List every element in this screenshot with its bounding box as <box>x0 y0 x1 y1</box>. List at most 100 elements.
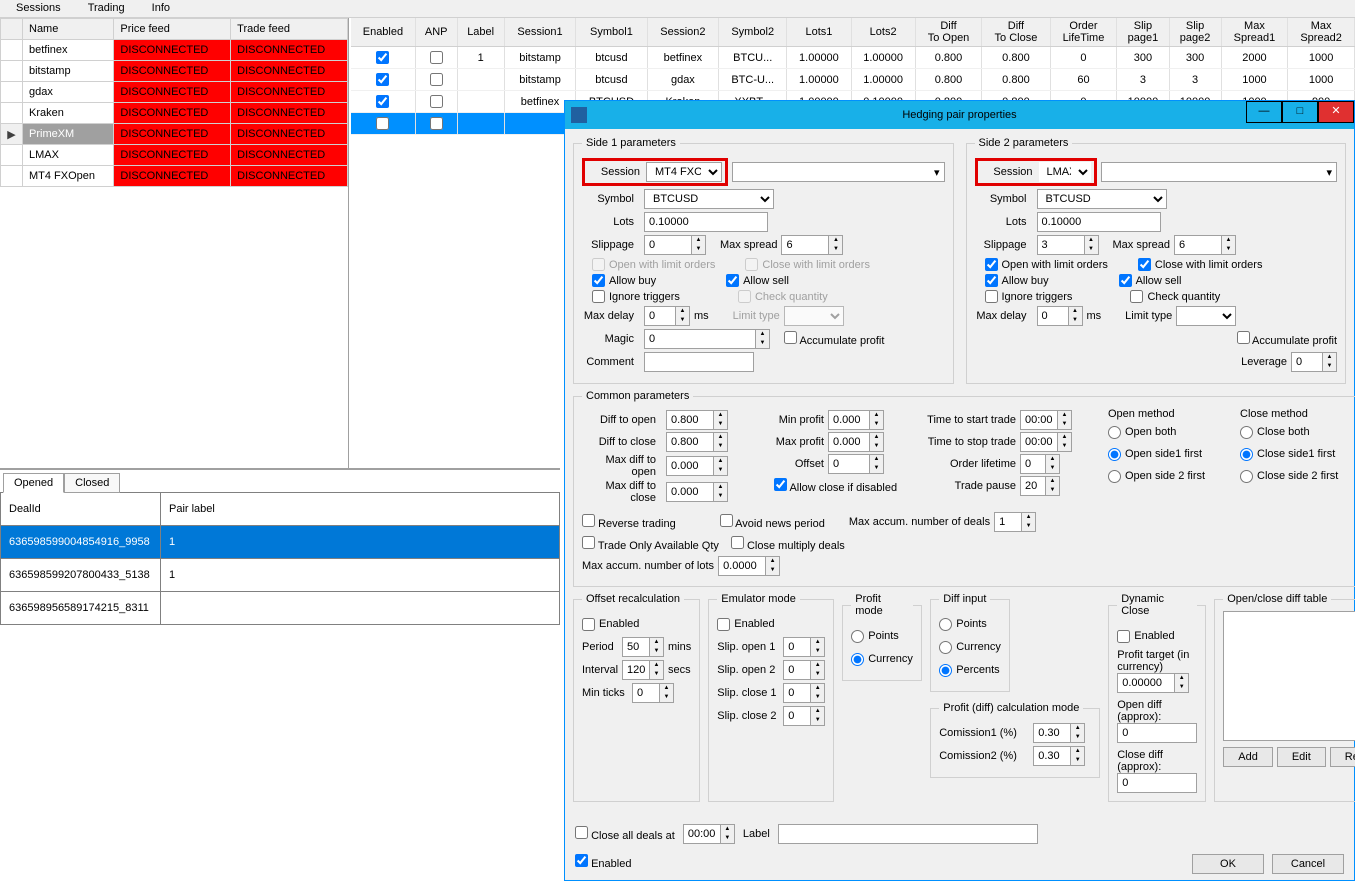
side1-comment-input[interactable] <box>644 352 754 372</box>
row-indicator[interactable] <box>1 103 23 124</box>
tab-opened[interactable]: Opened <box>3 473 64 493</box>
or-minticks-input[interactable]: ▲▼ <box>632 683 674 703</box>
side1-lots-input[interactable] <box>644 212 768 232</box>
dto-input[interactable]: ▲▼ <box>666 410 728 430</box>
col-pairlabel[interactable]: Pair label <box>161 493 560 526</box>
close-all-chk[interactable]: Close all deals at <box>575 826 675 842</box>
allow-close-dis-chk[interactable]: Allow close if disabled <box>774 478 897 494</box>
minp-input[interactable]: ▲▼ <box>828 410 884 430</box>
di-points-radio[interactable]: Points <box>939 614 1001 634</box>
deal-pair[interactable]: 1 <box>161 526 560 559</box>
dc-open-diff-input[interactable] <box>1117 723 1197 743</box>
enabled-chk[interactable]: Enabled <box>575 858 631 870</box>
or-enabled-chk[interactable]: Enabled <box>582 614 691 634</box>
row-indicator[interactable] <box>1 166 23 187</box>
deal-id[interactable]: 636598599004854916_9958 <box>1 526 161 559</box>
grid-col[interactable]: MaxSpread1 <box>1221 18 1288 47</box>
tab-closed[interactable]: Closed <box>64 473 120 493</box>
close-s2-radio[interactable]: Close side 2 first <box>1240 466 1355 486</box>
grid-col[interactable]: Slippage1 <box>1117 18 1169 47</box>
side1-accum-chk[interactable]: Accumulate profit <box>784 331 884 347</box>
session-name[interactable]: MT4 FXOpen <box>23 166 114 187</box>
diff-table-list[interactable] <box>1223 611 1355 741</box>
side2-slip-input[interactable]: ▲▼ <box>1037 235 1099 255</box>
side1-ignore-trig-chk[interactable]: Ignore triggers <box>592 290 680 303</box>
max-lots-input[interactable]: ▲▼ <box>718 556 780 576</box>
grid-anp[interactable] <box>415 113 457 135</box>
dialog-titlebar[interactable]: Hedging pair properties — □ ✕ <box>565 101 1354 129</box>
side1-slip-input[interactable]: ▲▼ <box>644 235 706 255</box>
side1-allow-sell-chk[interactable]: Allow sell <box>726 274 789 287</box>
side2-session2-select[interactable]: ▾ <box>1101 162 1338 182</box>
menu-sessions[interactable]: Sessions <box>4 0 73 16</box>
menu-info[interactable]: Info <box>140 0 182 16</box>
grid-col[interactable]: Symbol2 <box>719 18 787 47</box>
pc-c2-input[interactable]: ▲▼ <box>1033 746 1085 766</box>
row-indicator[interactable] <box>1 82 23 103</box>
close-both-radio[interactable]: Close both <box>1240 422 1355 442</box>
side2-open-limit-chk[interactable]: Open with limit orders <box>985 258 1108 271</box>
olt-input[interactable]: ▲▼ <box>1020 454 1060 474</box>
grid-col[interactable]: Session2 <box>647 18 718 47</box>
label-input[interactable] <box>778 824 1038 844</box>
side1-symbol-select[interactable]: BTCUSD <box>644 189 774 209</box>
grid-enabled[interactable] <box>351 69 415 91</box>
deal-pair[interactable]: 1 <box>161 559 560 592</box>
row-indicator[interactable] <box>1 145 23 166</box>
grid-col[interactable]: Slippage2 <box>1169 18 1221 47</box>
grid-col[interactable]: OrderLifeTime <box>1050 18 1117 47</box>
side1-session2-select[interactable]: ▾ <box>732 162 945 182</box>
maximize-button[interactable]: □ <box>1282 101 1318 123</box>
mdtc-input[interactable]: ▲▼ <box>666 482 728 502</box>
grid-s1[interactable]: bitstamp <box>504 47 575 69</box>
grid-col[interactable]: ANP <box>415 18 457 47</box>
em-so2-input[interactable]: ▲▼ <box>783 660 825 680</box>
deal-pair[interactable] <box>161 592 560 625</box>
row-indicator[interactable] <box>1 40 23 61</box>
close-button[interactable]: ✕ <box>1318 101 1354 123</box>
grid-col[interactable]: DiffTo Close <box>982 18 1050 47</box>
reverse-chk[interactable]: Reverse trading <box>582 514 676 530</box>
grid-col[interactable]: MaxSpread2 <box>1288 18 1355 47</box>
em-sc2-input[interactable]: ▲▼ <box>783 706 825 726</box>
session-name[interactable]: PrimeXM <box>23 124 114 145</box>
grid-anp[interactable] <box>415 69 457 91</box>
or-period-input[interactable]: ▲▼ <box>622 637 664 657</box>
open-s2-radio[interactable]: Open side 2 first <box>1108 466 1228 486</box>
grid-enabled[interactable] <box>351 47 415 69</box>
grid-s1[interactable]: bitstamp <box>504 69 575 91</box>
dtc-input[interactable]: ▲▼ <box>666 432 728 452</box>
dc-close-diff-input[interactable] <box>1117 773 1197 793</box>
em-enabled-chk[interactable]: Enabled <box>717 614 825 634</box>
tet-input[interactable]: ▲▼ <box>1020 432 1072 452</box>
side2-session-select[interactable]: LMAX <box>1039 162 1091 182</box>
dt-edit-button[interactable]: Edit <box>1277 747 1326 767</box>
session-name[interactable]: LMAX <box>23 145 114 166</box>
side1-delay-input[interactable]: ▲▼ <box>644 306 690 326</box>
di-currency-radio[interactable]: Currency <box>939 637 1001 657</box>
dc-enabled-chk[interactable]: Enabled <box>1117 626 1197 646</box>
grid-enabled[interactable] <box>351 113 415 135</box>
col-dealid[interactable]: DealId <box>1 493 161 526</box>
trade-only-chk[interactable]: Trade Only Available Qty <box>582 536 719 552</box>
side2-allow-sell-chk[interactable]: Allow sell <box>1119 274 1182 287</box>
open-s1-radio[interactable]: Open side1 first <box>1108 444 1228 464</box>
grid-label[interactable]: 1 <box>457 47 504 69</box>
side2-leverage-input[interactable]: ▲▼ <box>1291 352 1337 372</box>
tst-input[interactable]: ▲▼ <box>1020 410 1072 430</box>
side2-lots-input[interactable] <box>1037 212 1161 232</box>
max-deals-input[interactable]: ▲▼ <box>994 512 1036 532</box>
em-so1-input[interactable]: ▲▼ <box>783 637 825 657</box>
side1-spread-input[interactable]: ▲▼ <box>781 235 843 255</box>
side2-check-qty-chk[interactable]: Check quantity <box>1130 290 1220 303</box>
grid-col[interactable]: Session1 <box>504 18 575 47</box>
grid-col[interactable]: Label <box>457 18 504 47</box>
grid-anp[interactable] <box>415 91 457 113</box>
side2-close-limit-chk[interactable]: Close with limit orders <box>1138 258 1263 271</box>
em-sc1-input[interactable]: ▲▼ <box>783 683 825 703</box>
open-both-radio[interactable]: Open both <box>1108 422 1228 442</box>
avoid-news-chk[interactable]: Avoid news period <box>720 514 825 530</box>
pc-c1-input[interactable]: ▲▼ <box>1033 723 1085 743</box>
session-name[interactable]: Kraken <box>23 103 114 124</box>
minimize-button[interactable]: — <box>1246 101 1282 123</box>
